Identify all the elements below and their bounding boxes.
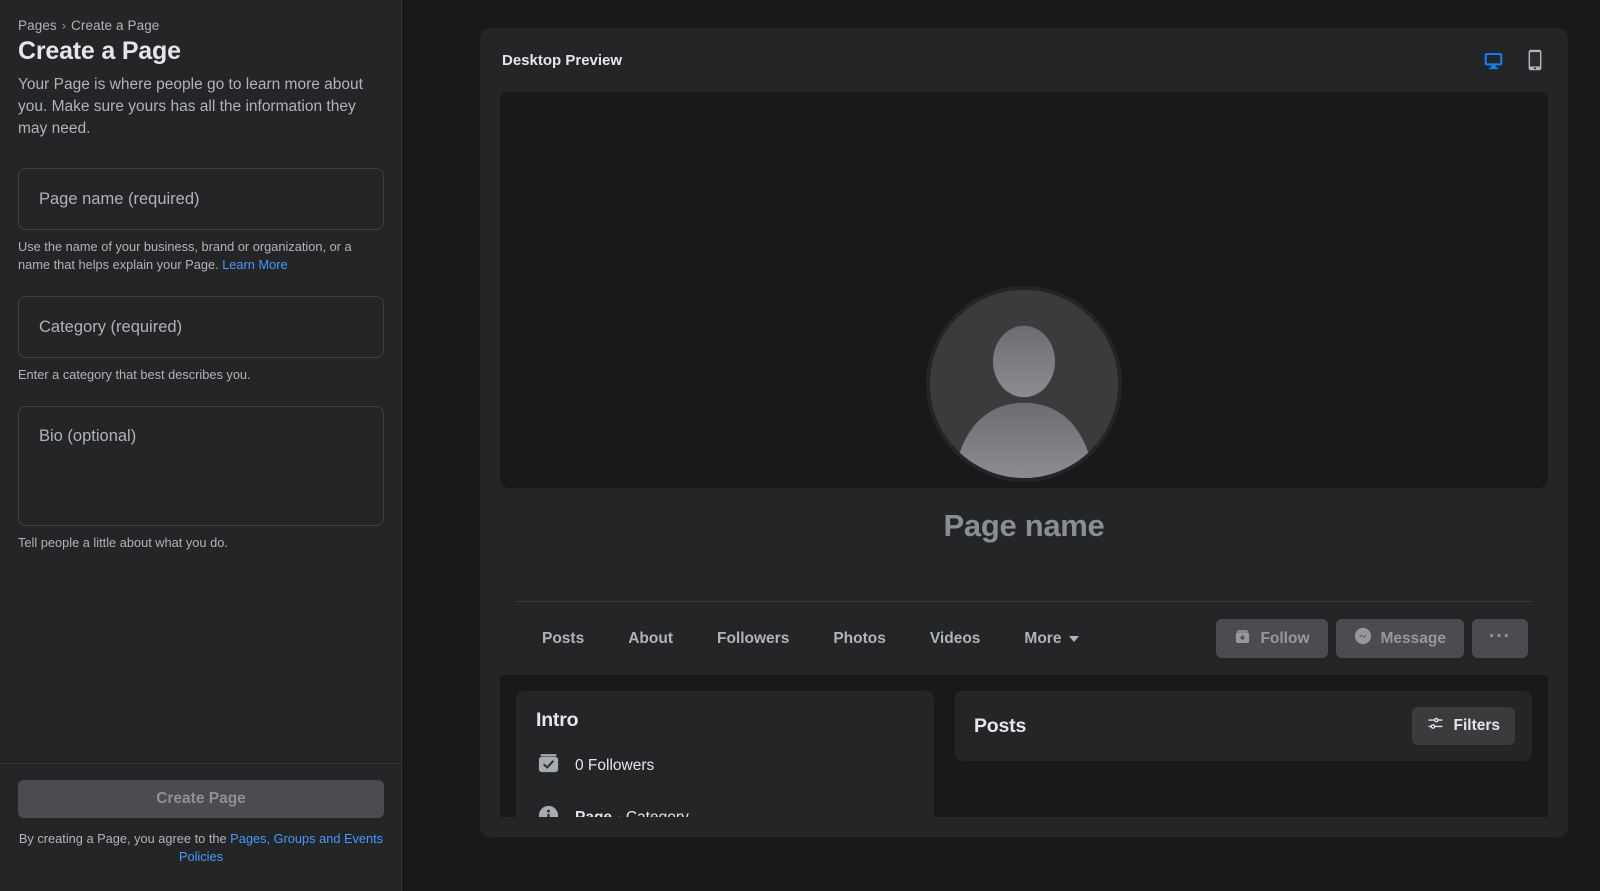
- tab-more-label: More: [1024, 618, 1061, 660]
- breadcrumb-root-link[interactable]: Pages: [18, 18, 57, 33]
- preview-title: Desktop Preview: [502, 52, 622, 69]
- followers-count-text: 0 Followers: [575, 757, 654, 775]
- page-name-help: Use the name of your business, brand or …: [18, 238, 383, 274]
- page-name-input[interactable]: Page name (required): [18, 168, 384, 230]
- tab-videos[interactable]: Videos: [908, 618, 1003, 660]
- intro-card-title: Intro: [536, 709, 914, 732]
- tab-videos-label: Videos: [930, 618, 981, 660]
- follow-button-label: Follow: [1260, 630, 1309, 648]
- category-input[interactable]: Category (required): [18, 296, 384, 358]
- create-page-button[interactable]: Create Page: [18, 780, 384, 818]
- intro-row-category: Page · Category: [536, 803, 914, 817]
- create-page-screen: Pages › Create a Page Create a Page Your P…: [0, 0, 1600, 891]
- info-circle-icon: [536, 803, 561, 817]
- category-field-group: Category (required) Enter a category tha…: [18, 296, 383, 384]
- chevron-down-icon: [1069, 636, 1079, 642]
- page-name-help-text: Use the name of your business, brand or …: [18, 239, 352, 272]
- preview-area: Desktop Preview: [402, 0, 1600, 891]
- legal-prefix: By creating a Page, you agree to the: [19, 831, 230, 846]
- message-button-label: Message: [1381, 630, 1446, 648]
- sidebar-content: Pages › Create a Page Create a Page Your P…: [0, 0, 401, 763]
- intro-row-followers: 0 Followers: [536, 751, 914, 781]
- tab-posts[interactable]: Posts: [520, 618, 606, 660]
- device-toggle-group: [1481, 47, 1546, 73]
- more-options-button[interactable]: ···: [1472, 619, 1528, 658]
- profile-tabs: Posts About Followers Photos Videos More: [520, 618, 1101, 660]
- sliders-filter-icon: [1427, 715, 1444, 737]
- tab-posts-label: Posts: [542, 618, 584, 660]
- tab-about[interactable]: About: [606, 618, 695, 660]
- desktop-monitor-icon[interactable]: [1481, 48, 1506, 73]
- tab-followers[interactable]: Followers: [695, 618, 811, 660]
- category-help: Enter a category that best describes you…: [18, 366, 383, 384]
- bio-textarea[interactable]: Bio (optional): [18, 406, 384, 526]
- tab-more[interactable]: More: [1002, 618, 1101, 660]
- avatar-wrapper: [926, 286, 1122, 482]
- category-placeholder: Category (required): [39, 316, 182, 338]
- page-category-rest: · Category: [612, 809, 689, 817]
- page-name-placeholder: Page name (required): [39, 188, 200, 210]
- messenger-icon: [1354, 627, 1372, 650]
- message-button[interactable]: Message: [1336, 619, 1464, 658]
- desktop-preview-card: Desktop Preview: [480, 28, 1568, 837]
- add-follower-icon: [1234, 628, 1251, 650]
- posts-card-header: Posts: [955, 691, 1532, 761]
- profile-action-buttons: Follow Message ·: [1216, 619, 1532, 658]
- legal-disclaimer: By creating a Page, you agree to the Pag…: [18, 830, 384, 866]
- profile-nav-row: Posts About Followers Photos Videos More: [516, 601, 1532, 675]
- breadcrumb-separator: ›: [62, 19, 66, 33]
- bio-help: Tell people a little about what you do.: [18, 534, 383, 552]
- page-title: Create a Page: [18, 35, 383, 68]
- tab-about-label: About: [628, 618, 673, 660]
- bio-placeholder: Bio (optional): [39, 425, 136, 447]
- filters-button-label: Filters: [1453, 717, 1500, 735]
- create-page-sidebar: Pages › Create a Page Create a Page Your P…: [0, 0, 402, 891]
- page-name-field-group: Page name (required) Use the name of you…: [18, 168, 383, 274]
- page-category-text: Page · Category: [575, 809, 689, 817]
- intro-rows: 0 Followers Page ·: [536, 751, 914, 817]
- tab-photos-label: Photos: [833, 618, 886, 660]
- breadcrumb: Pages › Create a Page: [18, 18, 383, 33]
- intro-card: Intro 0 Followers: [516, 691, 934, 817]
- followers-badge-icon: [536, 751, 561, 781]
- facebook-page-mock: Page name Posts About Followers Photos V…: [500, 92, 1548, 817]
- page-subtitle: Your Page is where people go to learn mo…: [18, 74, 366, 140]
- breadcrumb-current: Create a Page: [71, 18, 159, 33]
- posts-card-title: Posts: [974, 715, 1026, 738]
- follow-button[interactable]: Follow: [1216, 619, 1327, 658]
- page-name-preview: Page name: [500, 508, 1548, 544]
- bio-field-group: Bio (optional) Tell people a little abou…: [18, 406, 383, 552]
- preview-header: Desktop Preview: [480, 28, 1568, 92]
- filters-button[interactable]: Filters: [1412, 707, 1515, 745]
- learn-more-link[interactable]: Learn More: [222, 257, 287, 272]
- mobile-phone-icon[interactable]: [1524, 47, 1546, 73]
- tab-followers-label: Followers: [717, 618, 789, 660]
- page-category-bold: Page: [575, 809, 612, 817]
- default-user-avatar-icon[interactable]: [926, 286, 1122, 482]
- page-body-columns: Intro 0 Followers: [500, 675, 1548, 817]
- sidebar-footer: Create Page By creating a Page, you agre…: [0, 763, 401, 891]
- tab-photos[interactable]: Photos: [811, 618, 908, 660]
- posts-column: Posts: [955, 691, 1532, 817]
- profile-section: Page name: [500, 488, 1548, 601]
